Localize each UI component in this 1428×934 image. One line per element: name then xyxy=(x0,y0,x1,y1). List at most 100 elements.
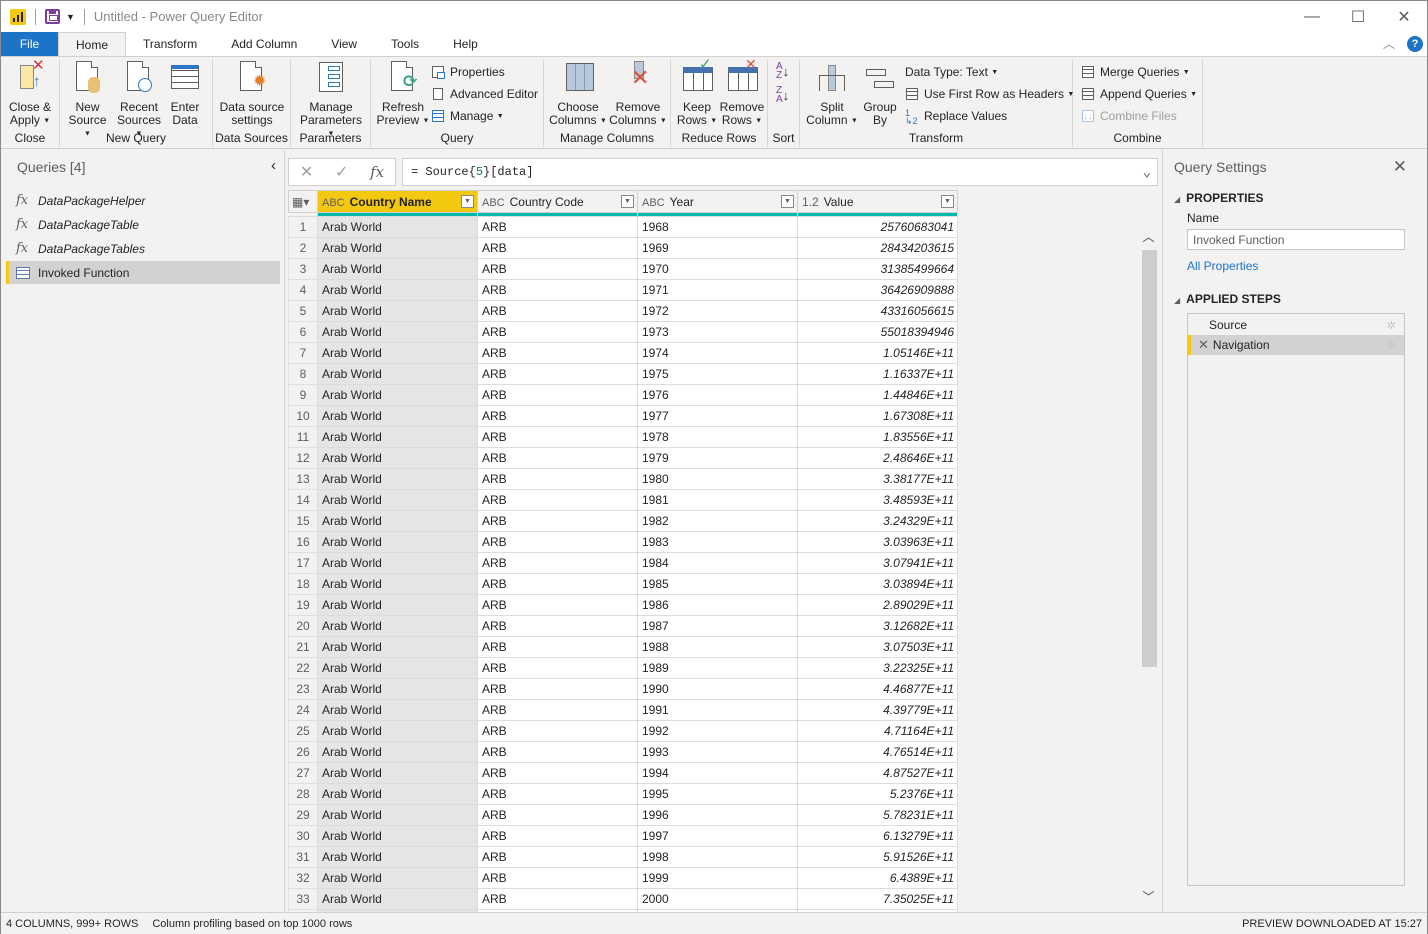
cell-country-name[interactable]: Arab World xyxy=(317,384,478,406)
row-number[interactable]: 9 xyxy=(288,384,318,406)
table-row[interactable]: 29 Arab World ARB 1996 5.78231E+11 xyxy=(288,804,958,826)
query-item-selected[interactable]: Invoked Function xyxy=(6,261,280,284)
cell-country-code[interactable]: ARB xyxy=(477,279,638,301)
cell-country-name[interactable]: Arab World xyxy=(317,867,478,889)
scroll-down-icon[interactable]: ﹀ xyxy=(1140,886,1157,906)
filter-dropdown-icon[interactable]: ▼ xyxy=(781,195,794,208)
cell-country-code[interactable]: ARB xyxy=(477,426,638,448)
cell-value[interactable]: 3.07941E+11 xyxy=(797,552,958,574)
manage-button[interactable]: Manage ▼ xyxy=(431,107,504,125)
cell-country-code[interactable]: ARB xyxy=(477,573,638,595)
cell-value[interactable]: 55018394946 xyxy=(797,321,958,343)
cell-value[interactable]: 1.44846E+11 xyxy=(797,384,958,406)
cell-year[interactable]: 1994 xyxy=(637,762,798,784)
scrollbar-thumb[interactable] xyxy=(1142,250,1157,667)
cell-year[interactable]: 1978 xyxy=(637,426,798,448)
table-row[interactable]: 5 Arab World ARB 1972 43316056615 xyxy=(288,300,958,322)
cell-country-name[interactable]: Arab World xyxy=(317,741,478,763)
row-number[interactable]: 31 xyxy=(288,846,318,868)
cell-country-name[interactable]: Arab World xyxy=(317,531,478,553)
cell-country-name[interactable]: Arab World xyxy=(317,762,478,784)
cell-year[interactable]: 1972 xyxy=(637,300,798,322)
row-number[interactable]: 8 xyxy=(288,363,318,385)
collapse-pane-icon[interactable]: ‹ xyxy=(271,157,276,174)
row-number[interactable]: 14 xyxy=(288,489,318,511)
cell-year[interactable]: 1992 xyxy=(637,720,798,742)
cell-country-name[interactable]: Arab World xyxy=(317,678,478,700)
cell-value[interactable]: 1.67308E+11 xyxy=(797,405,958,427)
cell-year[interactable]: 1980 xyxy=(637,468,798,490)
row-number[interactable]: 15 xyxy=(288,510,318,532)
tab-transform[interactable]: Transform xyxy=(126,32,214,56)
cell-country-name[interactable]: Arab World xyxy=(317,405,478,427)
filter-dropdown-icon[interactable]: ▼ xyxy=(461,195,474,208)
applied-step[interactable]: Source ✲ xyxy=(1188,315,1404,335)
cell-year[interactable]: 1982 xyxy=(637,510,798,532)
cell-country-name[interactable]: Arab World xyxy=(317,510,478,532)
table-row[interactable]: 25 Arab World ARB 1992 4.71164E+11 xyxy=(288,720,958,742)
delete-step-icon[interactable]: ✕ xyxy=(1198,337,1209,353)
step-settings-gear-icon[interactable]: ✲ xyxy=(1387,339,1396,352)
choose-columns-button[interactable]: Choose Columns ▼ xyxy=(549,61,607,127)
advanced-editor-button[interactable]: Advanced Editor xyxy=(431,85,538,103)
cell-country-code[interactable]: ARB xyxy=(477,258,638,280)
cell-country-name[interactable]: Arab World xyxy=(317,699,478,721)
row-number[interactable]: 30 xyxy=(288,825,318,847)
keep-rows-button[interactable]: ✓ Keep Rows ▼ xyxy=(676,57,718,127)
row-number[interactable]: 12 xyxy=(288,447,318,469)
cell-year[interactable]: 1998 xyxy=(637,846,798,868)
cell-value[interactable]: 3.03963E+11 xyxy=(797,531,958,553)
row-number[interactable]: 28 xyxy=(288,783,318,805)
table-row[interactable]: 15 Arab World ARB 1982 3.24329E+11 xyxy=(288,510,958,532)
cell-country-code[interactable]: ARB xyxy=(477,594,638,616)
table-row[interactable]: 17 Arab World ARB 1984 3.07941E+11 xyxy=(288,552,958,574)
table-row[interactable]: 9 Arab World ARB 1976 1.44846E+11 xyxy=(288,384,958,406)
minimize-button[interactable]: — xyxy=(1289,1,1335,32)
row-number[interactable]: 18 xyxy=(288,573,318,595)
table-row[interactable]: 3 Arab World ARB 1970 31385499664 xyxy=(288,258,958,280)
cell-country-code[interactable]: ARB xyxy=(477,678,638,700)
cell-year[interactable]: 1997 xyxy=(637,825,798,847)
cell-year[interactable]: 1974 xyxy=(637,342,798,364)
table-row[interactable]: 11 Arab World ARB 1978 1.83556E+11 xyxy=(288,426,958,448)
cell-country-code[interactable]: ARB xyxy=(477,867,638,889)
enter-data-button[interactable]: Enter Data xyxy=(167,61,203,127)
collapse-ribbon-icon[interactable]: ︿ xyxy=(1383,35,1395,52)
cell-country-code[interactable]: ARB xyxy=(477,699,638,721)
table-row[interactable]: 1 Arab World ARB 1968 25760683041 xyxy=(288,216,958,238)
customize-quick-access-icon[interactable]: ▼ xyxy=(66,12,75,22)
cell-country-code[interactable]: ARB xyxy=(477,804,638,826)
cell-value[interactable]: 2.89029E+11 xyxy=(797,594,958,616)
tab-view[interactable]: View xyxy=(314,32,374,56)
cell-year[interactable]: 1993 xyxy=(637,741,798,763)
table-row[interactable]: 16 Arab World ARB 1983 3.03963E+11 xyxy=(288,531,958,553)
cell-year[interactable]: 1988 xyxy=(637,636,798,658)
table-row[interactable]: 31 Arab World ARB 1998 5.91526E+11 xyxy=(288,846,958,868)
cell-country-name[interactable]: Arab World xyxy=(317,888,478,910)
cell-year[interactable]: 2000 xyxy=(637,888,798,910)
table-row[interactable]: 6 Arab World ARB 1973 55018394946 xyxy=(288,321,958,343)
cell-country-code[interactable]: ARB xyxy=(477,846,638,868)
step-settings-gear-icon[interactable]: ✲ xyxy=(1387,319,1396,332)
cell-value[interactable]: 7.35025E+11 xyxy=(797,888,958,910)
cell-year[interactable]: 1983 xyxy=(637,531,798,553)
cell-year[interactable]: 1986 xyxy=(637,594,798,616)
table-row[interactable]: 20 Arab World ARB 1987 3.12682E+11 xyxy=(288,615,958,637)
group-by-button[interactable]: Group By xyxy=(860,61,900,127)
cell-value[interactable]: 4.46877E+11 xyxy=(797,678,958,700)
data-source-settings-button[interactable]: ✹ Data source settings xyxy=(217,61,287,127)
cell-year[interactable]: 1968 xyxy=(637,216,798,238)
table-row[interactable]: 4 Arab World ARB 1971 36426909888 xyxy=(288,279,958,301)
cell-country-code[interactable]: ARB xyxy=(477,531,638,553)
cell-country-code[interactable]: ARB xyxy=(477,888,638,910)
close-window-button[interactable]: ✕ xyxy=(1381,1,1427,32)
use-first-row-as-headers-button[interactable]: Use First Row as Headers ▼ xyxy=(905,85,1074,103)
cell-country-code[interactable]: ARB xyxy=(477,657,638,679)
close-apply-button[interactable]: ✕ ↑ Close & Apply ▼ xyxy=(7,58,53,127)
row-number[interactable]: 24 xyxy=(288,699,318,721)
cell-year[interactable]: 1970 xyxy=(637,258,798,280)
cell-country-name[interactable]: Arab World xyxy=(317,594,478,616)
column-header-country-name[interactable]: ABC Country Name ▼ xyxy=(317,190,478,213)
tab-add-column[interactable]: Add Column xyxy=(214,32,314,56)
save-icon[interactable] xyxy=(45,9,60,24)
